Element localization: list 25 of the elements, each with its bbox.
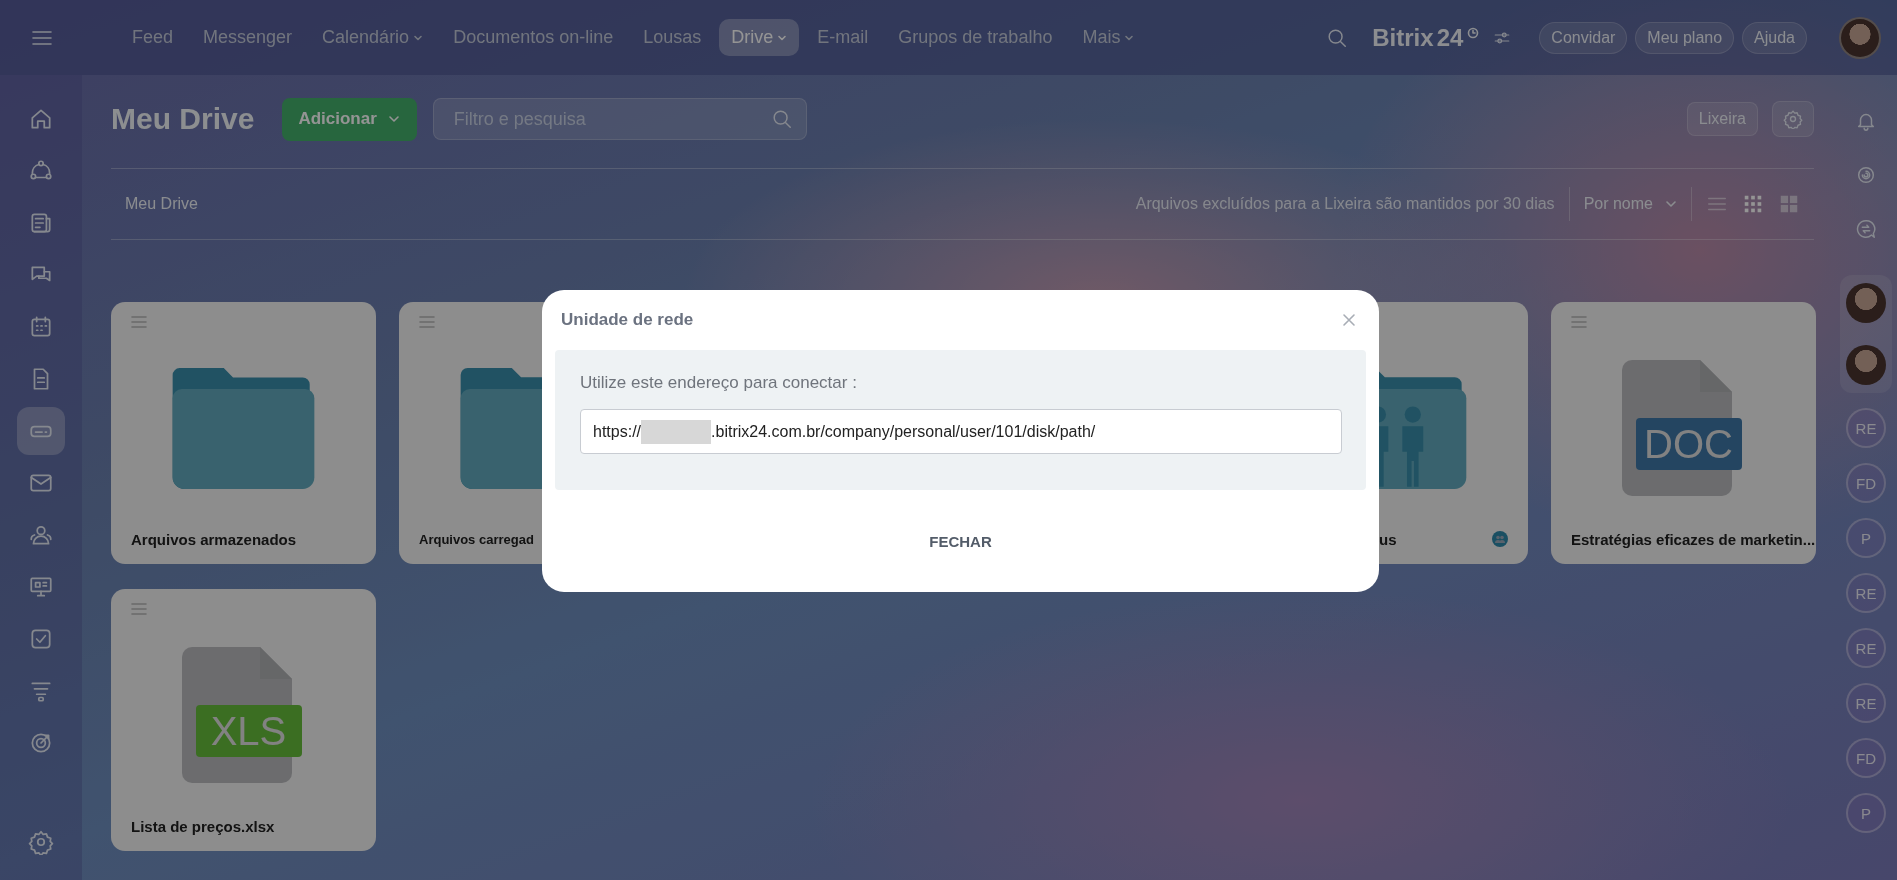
nav-tab[interactable]: Calendário xyxy=(310,19,436,56)
nav-tab[interactable]: Documentos on-line xyxy=(441,19,626,56)
file-card[interactable]: DOC Estratégias eficazes de marketin... xyxy=(1551,302,1816,564)
nav-tab[interactable]: E-mail xyxy=(805,19,881,56)
file-name: Lista de preços.xlsx xyxy=(131,817,275,835)
nav-tab[interactable]: Grupos de trabalho xyxy=(886,19,1065,56)
file-card[interactable]: Arquivos armazenados xyxy=(111,302,376,564)
page-title: Meu Drive xyxy=(111,102,255,136)
logo[interactable]: Bitrix24 xyxy=(1372,23,1464,52)
address-field[interactable]: https:// .bitrix24.com.br/company/personal/user/101/disk/path/ xyxy=(580,409,1342,454)
file-name: Estratégias eficazes de marketin... xyxy=(1571,530,1816,548)
nav-tab[interactable]: Messenger xyxy=(191,19,305,56)
nav-tab[interactable]: Lousas xyxy=(631,19,714,56)
breadcrumb[interactable]: Meu Drive xyxy=(125,195,198,213)
file-type-label: DOC xyxy=(1635,418,1742,470)
sort-dropdown[interactable]: Por nome xyxy=(1583,187,1692,221)
nav-tab[interactable]: Feed xyxy=(120,19,186,56)
file-type-label: XLS xyxy=(195,705,302,757)
file-name: us xyxy=(1379,530,1397,548)
file-card[interactable]: XLS Lista de preços.xlsx xyxy=(111,589,376,851)
add-button[interactable]: Adicionar xyxy=(282,97,417,141)
file-name: Arquivos carregad xyxy=(419,531,534,547)
nav-tab[interactable]: Mais xyxy=(1070,19,1147,56)
file-name: Arquivos armazenados xyxy=(131,530,297,548)
close-button[interactable]: FECHAR xyxy=(915,524,1006,558)
